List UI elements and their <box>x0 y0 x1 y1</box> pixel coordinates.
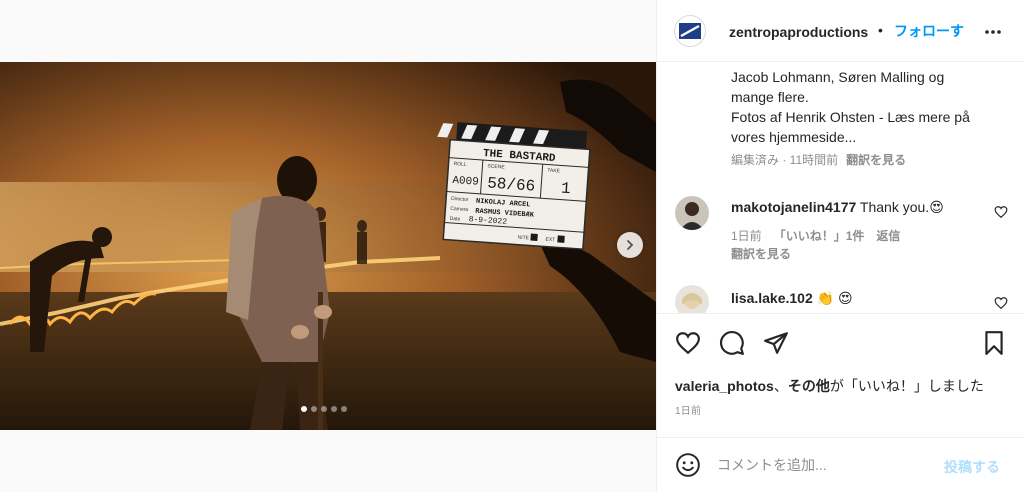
clapboard-camera-label: Camera <box>450 206 468 213</box>
comment-likes-link[interactable]: 「いいね！」1件 <box>774 229 865 243</box>
comment-bubble-icon[interactable] <box>719 330 745 356</box>
likes-separator: 、 <box>773 378 788 394</box>
bookmark-icon[interactable] <box>981 330 1007 356</box>
header-separator: • <box>878 22 883 38</box>
carousel-dot <box>301 406 307 412</box>
comment-time: 1日前 <box>731 229 762 243</box>
post-comment-button[interactable]: 投稿する <box>944 457 1000 477</box>
clapboard-ext-label: EXT <box>545 237 555 244</box>
clapboard-director-label: Director <box>451 196 469 203</box>
clapboard-roll-label: ROLL <box>453 161 467 168</box>
comment-body: makotojanelin4177 Thank you.😍 <box>731 199 944 216</box>
share-paper-plane-icon[interactable] <box>763 330 789 356</box>
clapboard-roll: A009 <box>452 175 479 189</box>
post-side-panel: zentropaproductions • フォローす Jacob Lohman… <box>656 0 1024 492</box>
caption-meta: 編集済み · 11時間前 翻訳を見る <box>731 151 906 168</box>
post-photo[interactable]: THE BASTARD ROLL SCENE TAKE A009 58/66 1… <box>0 62 656 430</box>
emoji-smiley-icon[interactable] <box>675 452 701 478</box>
clapboard-scene: 58/66 <box>487 174 536 195</box>
post-actions <box>657 313 1024 373</box>
caption-translate-link[interactable]: 翻訳を見る <box>846 153 906 167</box>
comment-avatar[interactable] <box>675 285 709 313</box>
more-options-icon[interactable] <box>983 22 1003 42</box>
post-timestamp[interactable]: 1日前 <box>675 402 701 417</box>
comments-list[interactable]: Jacob Lohmann, Søren Malling og mange fl… <box>657 62 1024 313</box>
comment-reply-button[interactable]: 返信 <box>876 229 900 243</box>
comment-like-heart-icon[interactable] <box>994 205 1008 219</box>
caption: Jacob Lohmann, Søren Malling og mange fl… <box>731 67 1001 147</box>
comment-username[interactable]: lisa.lake.102 <box>731 290 813 306</box>
carousel-indicator <box>301 406 347 412</box>
caption-time: 編集済み · 11時間前 <box>731 153 839 167</box>
comment-body: lisa.lake.102 👏 😍 <box>731 290 853 307</box>
caption-line: Fotos af Henrik Ohsten - Læs mere på <box>731 109 970 125</box>
comment-like-heart-icon[interactable] <box>994 296 1008 310</box>
like-heart-icon[interactable] <box>675 330 701 356</box>
clapboard-take-label: TAKE <box>547 168 561 175</box>
likes-user-link[interactable]: valeria_photos <box>675 378 774 394</box>
clapboard-date-label: Date <box>449 216 460 223</box>
comment-input[interactable] <box>717 454 937 476</box>
caption-line: vores hjemmeside... <box>731 129 857 145</box>
comment-translate: 翻訳を見る <box>731 245 803 262</box>
carousel-dot <box>321 406 327 412</box>
carousel-next-button[interactable] <box>617 232 643 258</box>
comment-meta: 1日前 「いいね！」1件 返信 <box>731 227 912 244</box>
follow-button[interactable]: フォローす <box>894 21 972 41</box>
likes-summary: valeria_photos、その他が「いいね！」しました <box>675 376 984 396</box>
comment-emoji: 😍 <box>929 199 944 215</box>
comment-username[interactable]: makotojanelin4177 <box>731 199 856 215</box>
post-header: zentropaproductions • フォローす <box>657 0 1024 62</box>
carousel-dot <box>311 406 317 412</box>
carousel-dot <box>331 406 337 412</box>
comment-text: Thank you. <box>859 199 930 215</box>
chevron-right-icon <box>627 240 634 250</box>
media-bottom-margin <box>0 430 656 492</box>
media-top-margin <box>0 0 656 62</box>
likes-suffix: が「いいね！」しました <box>829 378 984 394</box>
zentropa-logo-icon <box>679 23 701 39</box>
caption-line: mange flere. <box>731 89 809 105</box>
profile-avatar[interactable] <box>674 15 706 47</box>
add-comment-bar: 投稿する <box>657 437 1024 492</box>
comment-translate-link[interactable]: 翻訳を見る <box>731 247 791 261</box>
carousel-dot <box>341 406 347 412</box>
clapboard-scene-label: SCENE <box>487 163 505 170</box>
clapboard-take: 1 <box>560 180 571 199</box>
caption-line: Jacob Lohmann, Søren Malling og <box>731 69 945 85</box>
likes-others-link[interactable]: その他 <box>788 378 830 394</box>
comment-emoji: 👏 😍 <box>816 290 853 306</box>
post-username[interactable]: zentropaproductions <box>729 24 868 40</box>
comment-avatar[interactable] <box>675 196 709 230</box>
clapboard-nite-label: NITE <box>517 235 529 242</box>
